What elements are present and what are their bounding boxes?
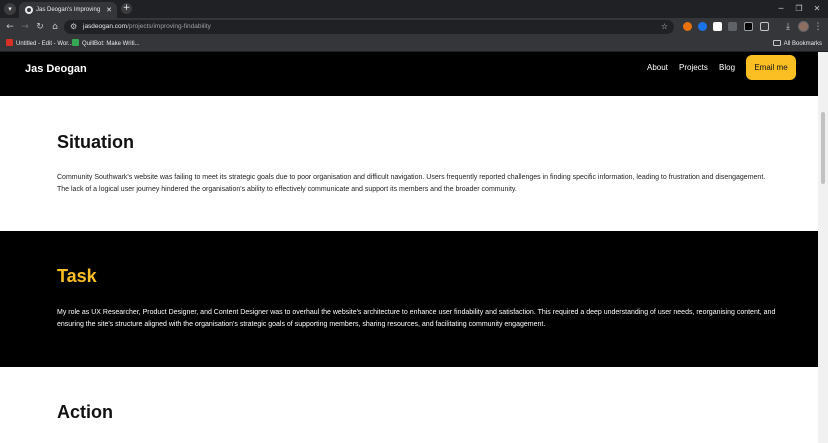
- nav-link-about[interactable]: About: [647, 62, 668, 74]
- home-button[interactable]: ⌂: [48, 20, 62, 34]
- address-bar[interactable]: ⚙ jasdeogan.com/projects/improving-finda…: [64, 20, 674, 34]
- bookmark-star-icon[interactable]: ☆: [661, 21, 668, 33]
- page-viewport: Jas Deogan About Projects Blog Email me …: [0, 52, 818, 443]
- word-doc-icon: [6, 39, 13, 46]
- browser-tab-active[interactable]: Jas Deogan's Improving Findab ✕: [19, 2, 117, 18]
- site-info-icon[interactable]: ⚙: [70, 21, 77, 33]
- new-tab-button[interactable]: +: [121, 3, 132, 14]
- situation-heading: Situation: [57, 132, 134, 152]
- action-section: Action: [0, 367, 818, 443]
- email-me-button[interactable]: Email me: [746, 55, 796, 80]
- action-heading: Action: [57, 402, 113, 422]
- extension-color-icon[interactable]: [683, 22, 692, 31]
- page-scrollbar[interactable]: [818, 52, 828, 443]
- site-header: Jas Deogan About Projects Blog Email me: [0, 52, 818, 96]
- back-button[interactable]: ←: [3, 20, 17, 34]
- situation-section: Situation Community Southwark's website …: [0, 96, 818, 231]
- downloads-icon[interactable]: ⤓: [781, 20, 795, 34]
- profile-avatar[interactable]: [798, 21, 809, 32]
- tab-title: Jas Deogan's Improving Findab: [36, 7, 102, 13]
- bookmarks-bar: Untitled - Edit - Wor... QuillBot: Make …: [0, 36, 828, 52]
- bookmark-item[interactable]: QuillBot: Make Writi...: [72, 38, 140, 50]
- extensions-puzzle-icon[interactable]: [760, 22, 769, 31]
- url-host: jasdeogan.com: [83, 23, 128, 30]
- site-favicon-icon: [25, 6, 33, 14]
- task-section: Task My role as UX Researcher, Product D…: [0, 231, 818, 367]
- forward-button[interactable]: →: [18, 20, 32, 34]
- reload-button[interactable]: ↻: [33, 20, 47, 34]
- extension-camera-icon[interactable]: [728, 22, 737, 31]
- site-logo[interactable]: Jas Deogan: [25, 62, 87, 76]
- close-window-button[interactable]: ✕: [810, 2, 824, 16]
- bookmark-item[interactable]: Untitled - Edit - Wor...: [6, 38, 73, 50]
- restore-window-button[interactable]: ❐: [792, 2, 806, 16]
- browser-tab-strip: ▾ Jas Deogan's Improving Findab ✕ + ─ ❐ …: [0, 0, 828, 18]
- address-url: jasdeogan.com/projects/improving-findabi…: [83, 22, 211, 32]
- url-path: /projects/improving-findability: [127, 23, 211, 30]
- situation-paragraph: Community Southwark's website was failin…: [57, 174, 766, 193]
- extension-ai-icon[interactable]: [744, 22, 753, 31]
- folder-icon: [772, 40, 781, 46]
- extension-square-icon[interactable]: [713, 22, 722, 31]
- extension-grammarly-icon[interactable]: [698, 22, 707, 31]
- tab-search-icon[interactable]: ▾: [4, 3, 16, 15]
- minimize-window-button[interactable]: ─: [774, 2, 788, 16]
- browser-menu-icon[interactable]: ⋮: [813, 20, 823, 34]
- browser-toolbar: ← → ↻ ⌂ ⚙ jasdeogan.com/projects/improvi…: [0, 18, 828, 36]
- close-tab-icon[interactable]: ✕: [106, 5, 112, 15]
- task-paragraph: My role as UX Researcher, Product Design…: [57, 309, 776, 328]
- quillbot-icon: [72, 39, 79, 46]
- task-heading: Task: [57, 266, 97, 286]
- all-bookmarks-button[interactable]: All Bookmarks: [772, 38, 822, 50]
- nav-link-projects[interactable]: Projects: [679, 62, 708, 74]
- scrollbar-thumb[interactable]: [821, 112, 825, 184]
- nav-link-blog[interactable]: Blog: [719, 62, 735, 74]
